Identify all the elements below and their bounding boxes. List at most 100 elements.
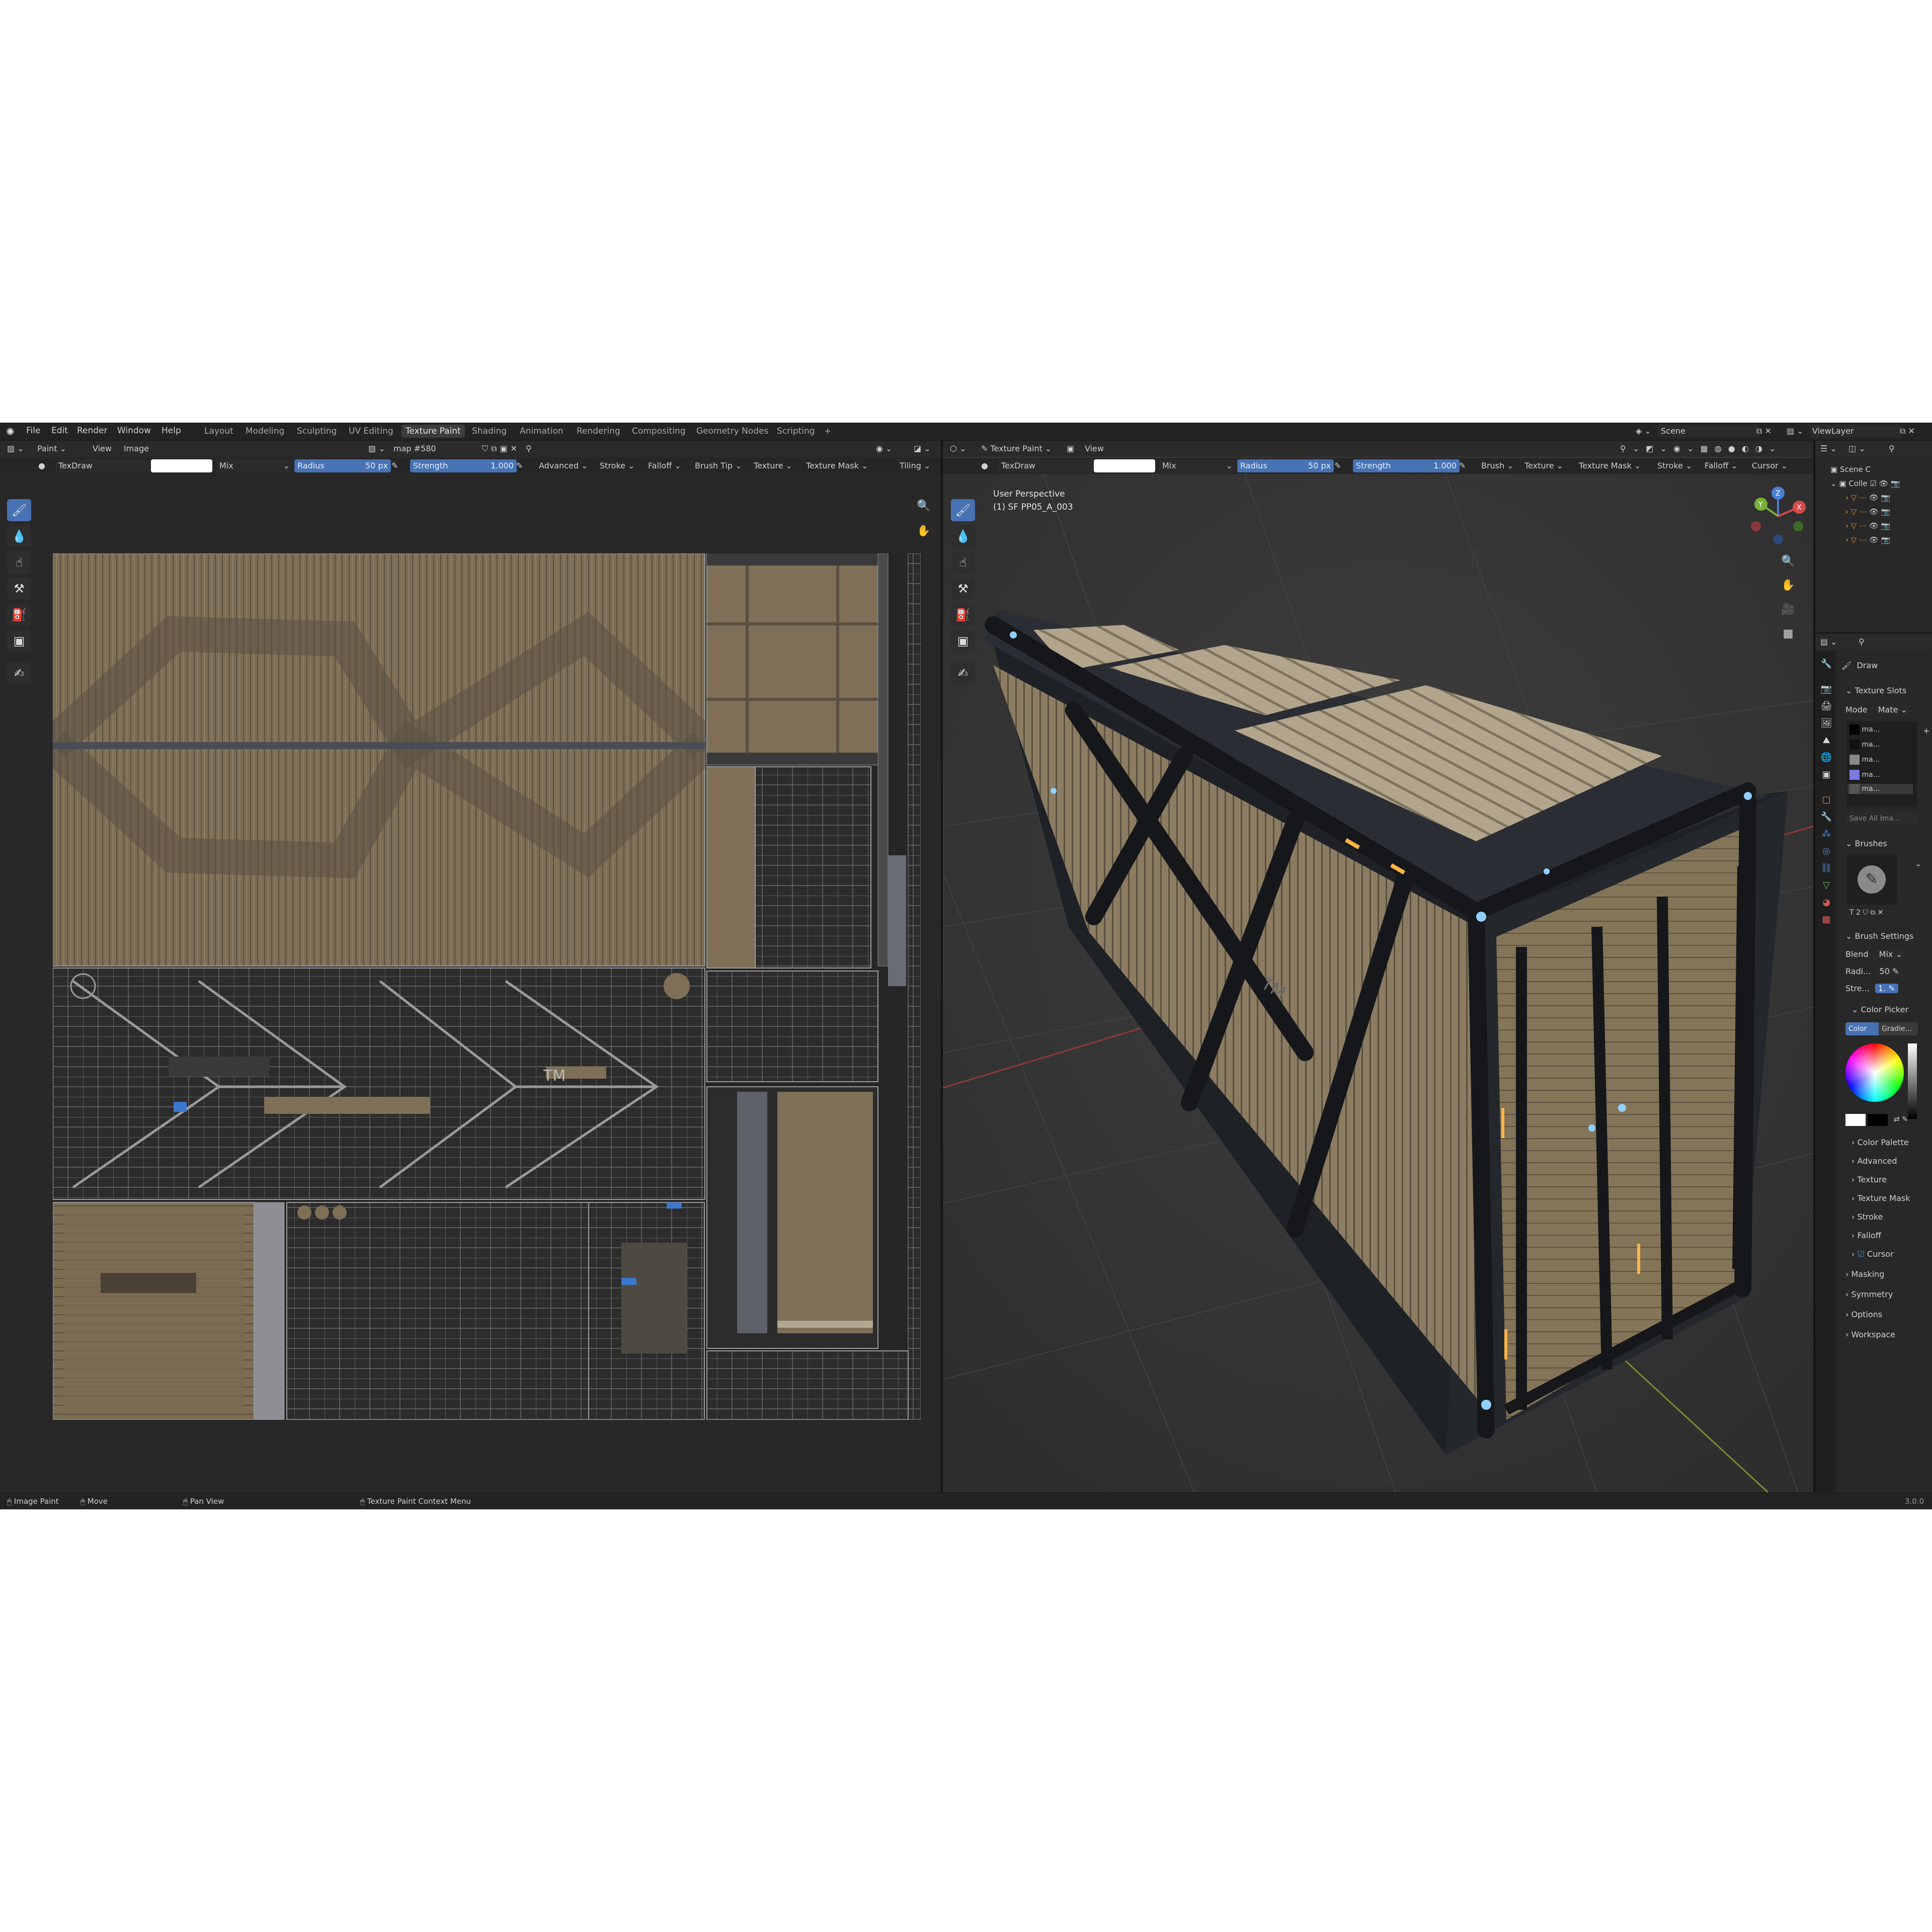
advanced-panel[interactable]: › Advanced xyxy=(1852,1153,1897,1170)
render-tab-icon[interactable]: 📷 xyxy=(1819,682,1833,696)
soften-tool-icon[interactable]: 💧 xyxy=(7,525,31,547)
viewport-radius-pressure-icon[interactable]: ✎ xyxy=(1331,459,1344,472)
swap-colors-icon[interactable]: ⇄ ✎ xyxy=(1891,1113,1911,1126)
new-scene-icon[interactable]: ⧉ ✕ xyxy=(1753,425,1775,438)
texture-slot-2[interactable]: ma... xyxy=(1849,740,1880,750)
tab-compositing[interactable]: Compositing xyxy=(628,425,690,438)
uv-texture-canvas[interactable]: TM xyxy=(53,553,921,1420)
navigation-gizmo[interactable]: Z X Y xyxy=(1748,486,1808,546)
viewport-zoom-icon[interactable]: 🔍 xyxy=(1778,551,1798,572)
menu-tiling[interactable]: Tiling ⌄ xyxy=(897,459,933,472)
options-panel[interactable]: › Options xyxy=(1845,1306,1882,1323)
workspace-panel[interactable]: › Workspace xyxy=(1845,1326,1895,1343)
clone-tool-icon[interactable]: ⚒ xyxy=(7,578,31,600)
menu-advanced[interactable]: Advanced ⌄ xyxy=(536,459,591,472)
brushes-panel[interactable]: ⌄ Brushes xyxy=(1845,835,1887,852)
gizmo-toggle-icon[interactable]: ◉ ⌄ xyxy=(873,442,895,455)
world-tab-icon[interactable]: 🌐 xyxy=(1819,751,1833,765)
zoom-icon[interactable]: 🔍 xyxy=(914,496,934,516)
menu-texture[interactable]: Texture ⌄ xyxy=(751,459,795,472)
physics-tab-icon[interactable]: ◎ xyxy=(1819,844,1833,858)
color-picker-panel[interactable]: ⌄ Color Picker xyxy=(1852,1001,1908,1018)
save-all-images-button[interactable]: Save All Ima... xyxy=(1846,812,1918,825)
viewport-menu-stroke[interactable]: Stroke ⌄ xyxy=(1654,459,1695,472)
scene-collection-row[interactable]: ▣ Scene C xyxy=(1830,465,1871,474)
menu-falloff[interactable]: Falloff ⌄ xyxy=(645,459,684,472)
outliner-display-mode-icon[interactable]: ◫ ⌄ xyxy=(1845,442,1869,455)
view-layer-selector[interactable]: ViewLayer xyxy=(1809,425,1901,438)
viewport-strength-slider[interactable]: Strength 1.000 xyxy=(1353,459,1460,472)
color-wheel[interactable] xyxy=(1845,1043,1904,1102)
fill-tool-icon[interactable]: ⛽ xyxy=(7,604,31,626)
modifier-tab-icon[interactable]: 🔧 xyxy=(1819,810,1833,824)
menu-file[interactable]: File xyxy=(26,426,40,436)
pan-hand-icon[interactable]: ✋ xyxy=(914,521,934,541)
viewport-pan-icon[interactable]: ✋ xyxy=(1778,576,1798,596)
texture-slots-panel[interactable]: ⌄ Texture Slots xyxy=(1845,682,1906,699)
tab-geometry-nodes[interactable]: Geometry Nodes xyxy=(692,425,772,438)
brush-color-swatch[interactable] xyxy=(151,459,212,472)
brush-icon[interactable]: ● xyxy=(35,459,48,472)
props-blend-dropdown[interactable]: Mix ⌄ xyxy=(1876,949,1905,959)
blend-mode-dropdown[interactable]: Mix ⌄ xyxy=(216,459,293,472)
texture-tab-icon[interactable]: ▩ xyxy=(1819,913,1833,927)
viewport-menu-brush[interactable]: Brush ⌄ xyxy=(1478,459,1517,472)
viewport-fill-tool-icon[interactable]: ⛽ xyxy=(951,604,975,626)
viewport-strength-pressure-icon[interactable]: ✎ xyxy=(1456,459,1469,472)
object-row-2[interactable]: › ▽ ⋯ 👁 📷 xyxy=(1845,507,1890,516)
color-tab[interactable]: Color xyxy=(1845,1022,1880,1035)
texture-panel[interactable]: › Texture xyxy=(1852,1171,1887,1188)
constraints-tab-icon[interactable]: ⛓ xyxy=(1819,861,1833,875)
brush-users-row[interactable]: T 2 ⛉ ⧉ ✕ xyxy=(1849,909,1884,917)
menu-stroke[interactable]: Stroke ⌄ xyxy=(597,459,637,472)
cursor-panel[interactable]: › ☑ Cursor xyxy=(1852,1246,1894,1263)
viewport-brush-icon[interactable]: ● xyxy=(978,459,991,472)
menu-window[interactable]: Window xyxy=(117,426,151,436)
viewport-radius-slider[interactable]: Radius 50 px xyxy=(1237,459,1334,472)
viewport-scene[interactable]: TM xyxy=(943,474,1813,1492)
object-row-4[interactable]: › ▽ ⋯ 👁 📷 xyxy=(1845,535,1890,544)
props-strength-field[interactable]: 1. ✎ xyxy=(1875,984,1898,993)
mask-toggle-icon[interactable]: ▣ xyxy=(1064,442,1077,455)
tab-scripting[interactable]: Scripting xyxy=(773,425,819,438)
menu-texture-mask[interactable]: Texture Mask ⌄ xyxy=(803,459,871,472)
viewport-soften-tool-icon[interactable]: 💧 xyxy=(951,525,975,547)
tab-animation[interactable]: Animation xyxy=(516,425,568,438)
editor-type-icon[interactable]: ▧ ⌄ xyxy=(4,442,27,455)
tool-tab-icon[interactable]: 🔧 xyxy=(1819,657,1833,671)
masking-panel[interactable]: › Masking xyxy=(1845,1266,1884,1283)
add-texture-slot-button[interactable]: + xyxy=(1920,725,1932,738)
primary-color-swatch[interactable] xyxy=(1845,1114,1866,1126)
blender-logo-icon[interactable]: ✺ xyxy=(6,426,15,438)
texture-slot-3[interactable]: ma... xyxy=(1849,755,1880,765)
viewport-annotate-tool-icon[interactable]: ✍ xyxy=(951,662,975,684)
texture-slot-5[interactable]: ma... xyxy=(1847,784,1913,794)
scene-tab-icon[interactable]: ⛰ xyxy=(1819,734,1833,748)
strength-pressure-icon[interactable]: ✎ xyxy=(513,459,526,472)
viewport-color-swatch[interactable] xyxy=(1094,459,1155,472)
image-name-field[interactable]: map #580 xyxy=(390,442,482,455)
falloff-panel[interactable]: › Falloff xyxy=(1852,1227,1881,1244)
cursor-checkbox-icon[interactable]: ☑ xyxy=(1857,1249,1864,1259)
viewport-mask-tool-icon[interactable]: ▣ xyxy=(951,630,975,652)
data-tab-icon[interactable]: ▽ xyxy=(1819,878,1833,893)
view-layer-tab-icon[interactable]: 🖼 xyxy=(1819,716,1833,731)
tab-layout[interactable]: Layout xyxy=(200,425,237,438)
object-row-3[interactable]: › ▽ ⋯ 👁 📷 xyxy=(1845,521,1890,530)
viewport-menu-falloff[interactable]: Falloff ⌄ xyxy=(1702,459,1741,472)
tab-uv-editing[interactable]: UV Editing xyxy=(345,425,397,438)
mask-tool-icon[interactable]: ▣ xyxy=(7,630,31,652)
scene-selector[interactable]: Scene xyxy=(1658,425,1759,438)
strength-slider[interactable]: Strength 1.000 xyxy=(410,459,517,472)
smear-tool-icon[interactable]: ☝ xyxy=(7,551,31,574)
paint-mode-dropdown[interactable]: Paint ⌄ xyxy=(34,442,69,455)
tab-texture-paint[interactable]: Texture Paint xyxy=(401,425,465,438)
ortho-toggle-icon[interactable]: ▦ xyxy=(1778,624,1798,644)
tab-shading[interactable]: Shading xyxy=(468,425,511,438)
view-layer-icon[interactable]: ▤ ⌄ xyxy=(1784,425,1807,438)
output-tab-icon[interactable]: 🖨 xyxy=(1819,699,1833,713)
new-view-layer-icon[interactable]: ⧉ ✕ xyxy=(1897,425,1918,438)
stroke-panel[interactable]: › Stroke xyxy=(1852,1209,1883,1226)
value-slider[interactable] xyxy=(1908,1043,1917,1119)
menu-brush-tip[interactable]: Brush Tip ⌄ xyxy=(692,459,745,472)
